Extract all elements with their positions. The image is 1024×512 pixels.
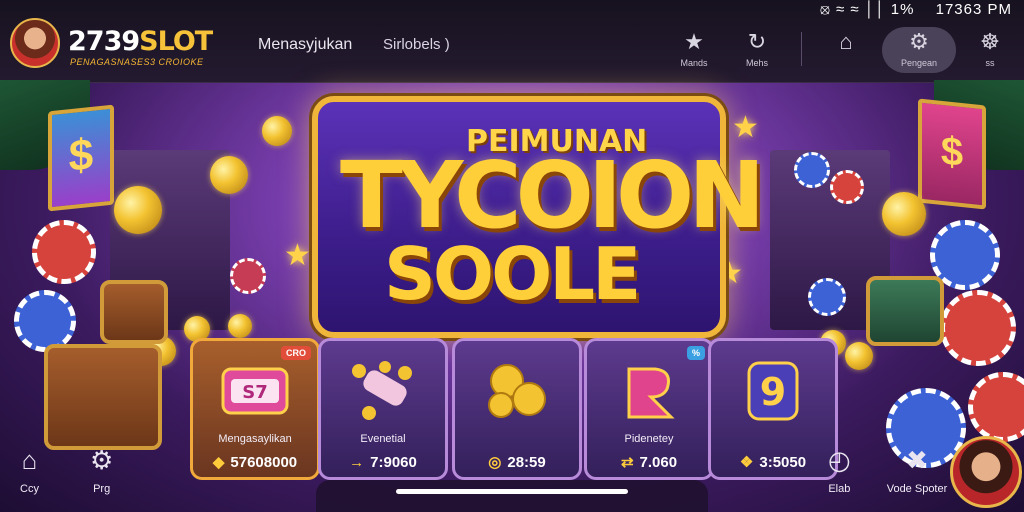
price-value: 3:5050: [759, 454, 807, 471]
home-indicator[interactable]: [396, 489, 628, 494]
card-title: Mengasaylikan: [218, 433, 292, 445]
card-badge: %: [686, 346, 705, 360]
home-icon: ⌂: [21, 445, 38, 475]
toolbar-label: Pengean: [900, 58, 938, 68]
clock-icon: ◴: [828, 445, 851, 475]
card-price: ❖ 3:5050: [711, 453, 835, 471]
toolbar-label: ss: [985, 58, 995, 68]
card-price: ⇄ 7.060: [587, 453, 711, 471]
top-bar: 2739SLOT PENAGASNASES3 CROIOKE Menasyjuk…: [0, 0, 1024, 83]
toolbar-item-cart[interactable]: ⌂: [826, 30, 866, 58]
poker-chip-icon: [940, 290, 1016, 366]
battery-level: 1%: [890, 1, 915, 18]
logo-avatar[interactable]: [10, 18, 60, 68]
card-title: Pidenetey: [624, 433, 674, 445]
price-icon: ◆: [212, 454, 225, 471]
star-sparkle-icon: ★: [284, 239, 311, 272]
nine-emblem-icon: 9: [747, 361, 799, 421]
coin-icon: [228, 314, 252, 338]
poker-chip-icon: [830, 170, 864, 204]
toolbar-item-mehs[interactable]: ↻ Mehs: [737, 29, 777, 69]
dollar-sign-icon: $: [918, 98, 986, 210]
gear-icon: ⚙: [909, 29, 929, 54]
star-icon: ★: [684, 29, 704, 54]
game-card[interactable]: 9 ❖ 3:5050: [708, 338, 838, 480]
treasure-chest-icon: [44, 344, 162, 450]
cart-icon: ⌂: [839, 29, 853, 54]
svg-text:9: 9: [760, 370, 786, 414]
bottom-nav-label: Elab: [828, 483, 851, 495]
coin-icon: [114, 186, 162, 234]
price-icon: ◎: [488, 454, 502, 471]
settings-icon: ⚙: [90, 445, 114, 475]
settings-icon: ☸: [980, 29, 1000, 54]
bottom-nav-label: Vode Spoter: [886, 483, 948, 495]
game-card[interactable]: % Pidenetey ⇄ 7.060: [584, 338, 714, 480]
poker-chip-icon: [968, 372, 1024, 442]
coin-icon: [262, 116, 292, 146]
bottom-nav-label: Prg: [93, 483, 111, 495]
brand-tagline: PENAGASNASES3 CROIOKE: [70, 57, 204, 67]
toolbar-item-pengean[interactable]: ⚙ Pengean: [899, 29, 939, 69]
nav-link-1[interactable]: Menasyjukan: [258, 36, 352, 54]
toolbar-item-ss[interactable]: ☸ ss: [970, 29, 1010, 69]
refresh-icon: ↻: [747, 29, 767, 54]
brand-name-part1: 2739: [68, 26, 140, 57]
coin-icon: [845, 342, 873, 370]
bottom-nav-ccy[interactable]: ⌂ Ccy: [20, 446, 39, 495]
toolbar-label: Mehs: [745, 58, 768, 68]
brand-logo[interactable]: 2739SLOT: [68, 26, 213, 57]
toolbar-item-mands[interactable]: ★ Mands: [674, 29, 714, 69]
brand-name-part2: SLOT: [139, 26, 213, 57]
banner-line-3: SOOLE: [384, 232, 641, 316]
coin-icon: [210, 156, 248, 194]
toolbar-divider: [801, 32, 802, 66]
status-icons: ⦻ ≈ ≈ ││: [819, 1, 886, 18]
treasure-chest-icon: [866, 276, 944, 346]
game-card[interactable]: CRO S7 Mengasaylikan ◆ 57608000: [190, 338, 320, 480]
treasure-chest-icon: [100, 280, 168, 344]
price-icon: ❖: [739, 454, 754, 471]
coins-icon: [488, 364, 546, 418]
coin-icon: [882, 192, 926, 236]
price-icon: ⇄: [620, 454, 634, 471]
card-badge: CRO: [281, 346, 311, 360]
price-value: 7.060: [639, 454, 678, 471]
clock-time: 17363 PM: [935, 1, 1012, 18]
game-card[interactable]: Evenetial → 7:9060: [318, 338, 448, 480]
poker-chip-icon: [32, 220, 96, 284]
letter-r-icon: [627, 367, 675, 419]
price-value: 28:59: [507, 454, 546, 471]
status-bar: ⦻ ≈ ≈ ││ 1% 17363 PM: [820, 1, 1012, 18]
card-price: ◎ 28:59: [455, 453, 579, 471]
bottom-dock: [316, 480, 708, 512]
bottom-nav-label: Ccy: [20, 483, 39, 495]
poker-chip-icon: [808, 278, 846, 316]
nav-link-2[interactable]: Sirlobels ): [383, 36, 450, 53]
price-value: 7:9060: [370, 454, 417, 471]
poker-chip-icon: [794, 152, 830, 188]
user-avatar[interactable]: [950, 436, 1022, 508]
poker-chip-icon: [230, 258, 266, 294]
game-title-banner[interactable]: PEIMUNAN TYCOION SOOLE: [312, 96, 765, 338]
game-card[interactable]: ◎ 28:59: [452, 338, 582, 480]
slot-machine-icon: S7: [221, 367, 289, 415]
cannon-icon: [352, 361, 412, 420]
poker-chip-icon: [14, 290, 76, 352]
card-price: → 7:9060: [321, 454, 445, 471]
card-title: Evenetial: [360, 433, 406, 445]
card-price: ◆ 57608000: [193, 453, 317, 471]
price-icon: →: [349, 454, 365, 471]
toolbar-label: Mands: [680, 58, 708, 68]
star-sparkle-icon: ★: [732, 111, 759, 144]
bottom-nav-elab[interactable]: ◴ Elab: [828, 446, 851, 495]
bottom-nav-prg[interactable]: ⚙ Prg: [90, 446, 113, 495]
price-value: 57608000: [230, 454, 298, 471]
svg-text:S7: S7: [242, 382, 268, 403]
dollar-sign-icon: $: [48, 104, 114, 212]
